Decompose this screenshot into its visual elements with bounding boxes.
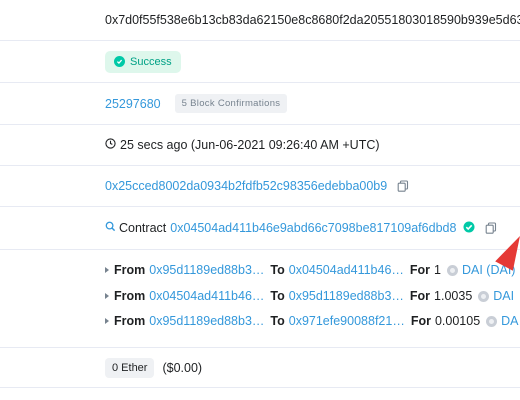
from-label: From: [114, 289, 146, 303]
usd-value: ($0.00): [162, 360, 203, 375]
timestamp-row: 25 secs ago (Jun-06-2021 09:26:40 AM +UT…: [0, 125, 520, 166]
contract-label: Contract: [119, 221, 167, 235]
clock-icon: [105, 138, 116, 152]
status-cell: Success: [105, 41, 181, 82]
transfer-to-link[interactable]: 0x971efe90088f21…: [289, 314, 405, 328]
to-label: To: [270, 314, 285, 328]
transfer-amount: 1: [434, 263, 441, 277]
dai-token-icon: [478, 290, 490, 302]
transfer-token-link[interactable]: DAI: [493, 289, 514, 303]
value-cell: 0 Ether ($0.00): [105, 348, 202, 387]
transfer-from-link[interactable]: 0x04504ad411b46…: [149, 289, 264, 303]
status-row: Success: [0, 41, 520, 83]
contract-search-icon: [105, 221, 116, 235]
from-address-link[interactable]: 0x25cced8002da0934b2fdfb52c98356edebba00…: [105, 179, 387, 193]
transfer-token-link[interactable]: DA: [501, 314, 518, 328]
caret-right-icon: [105, 318, 109, 324]
status-badge: Success: [105, 50, 181, 73]
from-label: From: [114, 314, 146, 328]
transfer-amount: 1.0035: [434, 289, 473, 303]
token-transfer-item: From 0x95d1189ed88b3… To 0x971efe90088f2…: [105, 314, 519, 328]
for-label: For: [409, 263, 431, 277]
value-row: 0 Ether ($0.00): [0, 348, 520, 388]
from-row: 0x25cced8002da0934b2fdfb52c98356edebba00…: [0, 166, 520, 207]
caret-right-icon: [105, 293, 109, 299]
transfer-amount: 0.00105: [434, 314, 481, 328]
tx-hash-row: 0x7d0f55f538e6b13cb83da62150e8c8680f2da2…: [0, 0, 520, 41]
transfer-from-link[interactable]: 0x95d1189ed88b3…: [149, 314, 264, 328]
ether-value-badge: 0 Ether: [105, 357, 155, 378]
contract-row: Contract 0x04504ad411b46e9abd66c7098be81…: [0, 207, 520, 250]
to-label: To: [270, 289, 285, 303]
token-transfer-item: From 0x04504ad411b46… To 0x95d1189ed88b3…: [105, 289, 514, 303]
tx-hash-cell: 0x7d0f55f538e6b13cb83da62150e8c8680f2da2…: [105, 0, 520, 40]
for-label: For: [410, 314, 431, 328]
transfer-from-link[interactable]: 0x95d1189ed88b3…: [149, 263, 264, 277]
dai-token-icon: [447, 264, 458, 276]
verified-check-icon: [463, 221, 475, 236]
tx-hash-value: 0x7d0f55f538e6b13cb83da62150e8c8680f2da2…: [105, 13, 520, 27]
from-cell: 0x25cced8002da0934b2fdfb52c98356edebba00…: [105, 166, 409, 206]
token-transfers-row: From 0x95d1189ed88b3… To 0x04504ad411b46…: [0, 250, 520, 348]
from-label: From: [114, 263, 146, 277]
transfer-to-link[interactable]: 0x04504ad411b46…: [289, 263, 404, 277]
to-label: To: [270, 263, 285, 277]
block-number-link[interactable]: 25297680: [105, 97, 161, 111]
block-confirmations-badge: 5 Block Confirmations: [174, 94, 288, 113]
copy-icon[interactable]: [397, 180, 409, 192]
for-label: For: [409, 289, 431, 303]
caret-right-icon: [105, 267, 109, 273]
status-label: Success: [130, 55, 172, 68]
block-cell: 25297680 5 Block Confirmations: [105, 83, 288, 124]
copy-icon[interactable]: [485, 222, 497, 234]
timestamp-cell: 25 secs ago (Jun-06-2021 09:26:40 AM +UT…: [105, 125, 380, 165]
contract-address-link[interactable]: 0x04504ad411b46e9abd66c7098be817109af6db…: [170, 221, 456, 235]
check-circle-icon: [114, 56, 125, 67]
dai-token-icon: [486, 315, 498, 327]
contract-cell: Contract 0x04504ad411b46e9abd66c7098be81…: [105, 207, 497, 249]
timestamp-value: 25 secs ago (Jun-06-2021 09:26:40 AM +UT…: [120, 138, 380, 152]
block-row: 25297680 5 Block Confirmations: [0, 83, 520, 125]
token-transfer-item: From 0x95d1189ed88b3… To 0x04504ad411b46…: [105, 263, 515, 277]
transfer-to-link[interactable]: 0x95d1189ed88b3…: [289, 289, 404, 303]
